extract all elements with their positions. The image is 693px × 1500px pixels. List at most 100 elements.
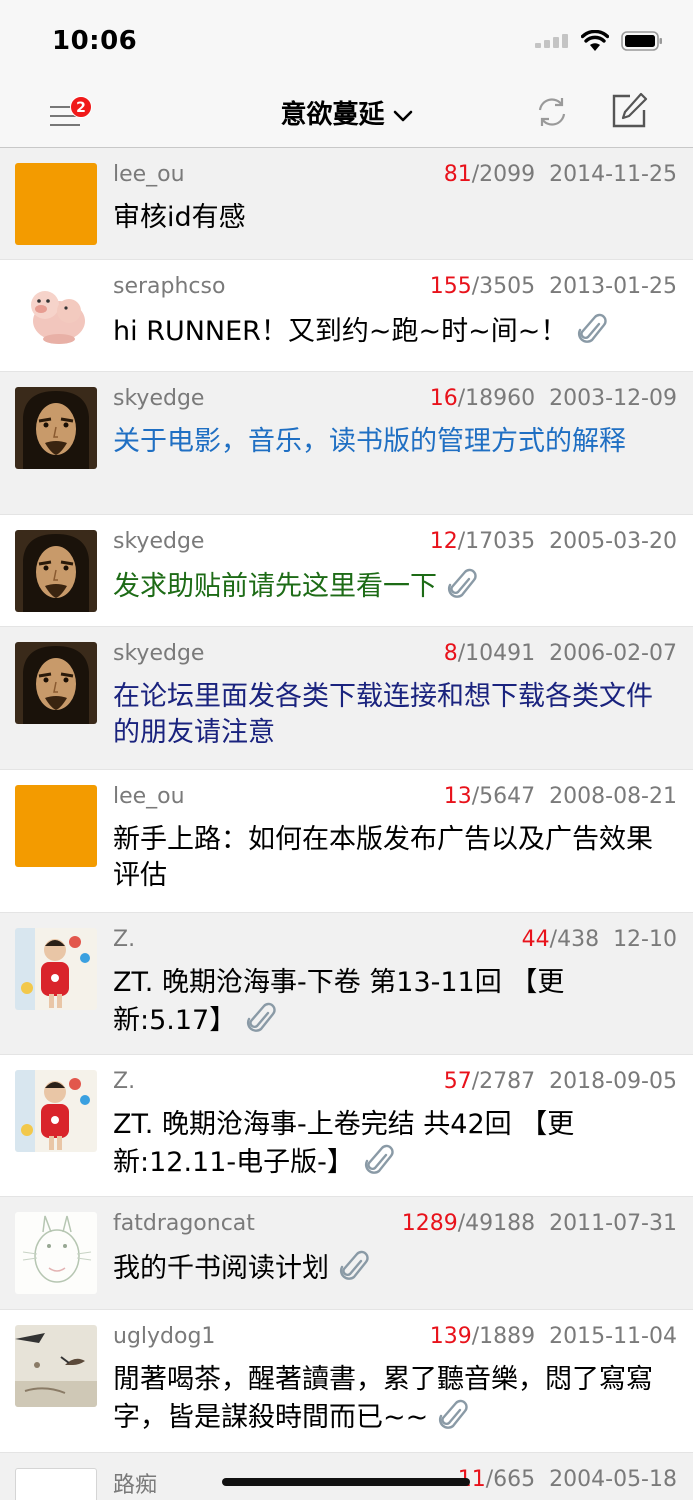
view-count: /2099 [471,162,536,187]
author-name[interactable]: uglydog1 [113,1324,215,1349]
cellular-signal-icon [535,34,568,48]
attachment-icon [364,1144,394,1174]
author-name[interactable]: 路痴 [113,1467,157,1499]
topic-title[interactable]: 关于电影，音乐，读书版的管理方式的解释 [113,424,669,460]
topic-stats: 81/2099 2014-11-25 [444,162,677,187]
topic-row[interactable]: Z. 57/2787 2018-09-05 ZT. 晚期沧海事-上卷完结 共42回 【… [0,1055,693,1197]
chevron-down-icon [393,110,412,121]
nav-bar: 2 意欲蔓延 [0,80,693,148]
reply-count: 155 [429,274,472,299]
topic-stats: 12/17035 2005-03-20 [430,529,677,554]
reply-count: 12 [429,529,458,554]
view-count: /665 [485,1467,536,1492]
topic-row[interactable]: fatdragoncat 1289/49188 2011-07-31 我的千书阅读计划 [0,1197,693,1310]
topic-title-text: hi RUNNER！又到约~跑~时~间~！ [113,316,568,347]
topic-title-text: 发求助贴前请先这里看一下 [113,571,437,602]
attachment-icon [439,1399,468,1429]
compose-button[interactable] [610,92,648,130]
author-name[interactable]: skyedge [113,386,204,411]
topic-title[interactable]: ZT. 晚期沧海事-上卷完结 共42回 【更新:12.11-电子版-】 [113,1107,669,1181]
post-date: 2013-01-25 [549,274,677,299]
post-date: 2005-03-20 [549,529,677,554]
topic-meta: fatdragoncat 1289/49188 2011-07-31 [113,1211,677,1241]
view-count: /18960 [457,386,536,411]
topic-list: lee_ou 81/2099 2014-11-25 审核id有感 seraphcso 15… [0,148,693,1500]
author-name[interactable]: fatdragoncat [113,1211,255,1236]
avatar[interactable] [15,785,97,867]
author-name[interactable]: lee_ou [113,784,185,809]
author-name[interactable]: Z. [113,927,135,952]
topic-meta: skyedge 12/17035 2005-03-20 [113,529,677,559]
attachment-icon [339,1250,369,1280]
topic-title-text: 閒著喝茶，醒著讀書，累了聽音樂，悶了寫寫字，皆是謀殺時間而已~~ [113,1364,653,1433]
topic-title[interactable]: 閒著喝茶，醒著讀書，累了聽音樂，悶了寫寫字，皆是謀殺時間而已~~ [113,1362,669,1436]
topic-meta: skyedge 8/10491 2006-02-07 [113,641,677,671]
topic-row[interactable]: seraphcso 155/3505 2013-01-25 hi RUNNER！又到约… [0,260,693,372]
topic-meta: lee_ou 13/5647 2008-08-21 [113,784,677,814]
post-date: 2008-08-21 [549,784,677,809]
post-date: 12-10 [613,927,677,952]
author-name[interactable]: Z. [113,1069,135,1094]
topic-title-text: 新手上路：如何在本版发布广告以及广告效果评估 [113,824,653,891]
author-name[interactable]: seraphcso [113,274,225,299]
reply-count: 139 [429,1324,472,1349]
topic-stats: 1289/49188 2011-07-31 [402,1211,677,1236]
compose-icon [612,92,648,128]
avatar[interactable] [15,928,97,1010]
topic-title[interactable]: 我的千书阅读计划 [113,1249,669,1287]
topic-title[interactable]: ZT. 晚期沧海事-下卷 第13-11回 【更新:5.17】 [113,965,669,1039]
topic-row[interactable]: Z. 44/438 12-10 ZT. 晚期沧海事-下卷 第13-11回 【更新:5.… [0,913,693,1055]
avatar[interactable] [15,1212,97,1294]
author-name[interactable]: skyedge [113,641,204,666]
avatar[interactable] [15,530,97,612]
home-indicator [222,1478,470,1486]
avatar[interactable] [15,387,97,469]
topic-row[interactable]: skyedge 12/17035 2005-03-20 发求助贴前请先这里看一下 [0,515,693,627]
topic-row[interactable]: skyedge 8/10491 2006-02-07 在论坛里面发各类下载连接和想下载… [0,627,693,770]
topic-row[interactable]: lee_ou 13/5647 2008-08-21 新手上路：如何在本版发布广告以及广… [0,770,693,913]
avatar[interactable] [15,1468,97,1500]
topic-title-text: 审核id有感 [113,202,246,233]
view-count: /10491 [457,641,536,666]
reply-count: 8 [443,641,458,666]
author-name[interactable]: skyedge [113,529,204,554]
author-name[interactable]: lee_ou [113,162,185,187]
topic-meta: uglydog1 139/1889 2015-11-04 [113,1324,677,1354]
board-selector[interactable]: 意欲蔓延 [0,94,693,131]
reply-count: 1289 [401,1211,458,1236]
topic-row[interactable]: lee_ou 81/2099 2014-11-25 审核id有感 [0,148,693,260]
topic-meta: seraphcso 155/3505 2013-01-25 [113,274,677,304]
attachment-icon [447,568,477,598]
post-date: 2014-11-25 [549,162,677,187]
status-time: 10:06 [52,26,138,56]
topic-title-text: 在论坛里面发各类下载连接和想下载各类文件的朋友请注意 [113,681,653,748]
post-date: 2011-07-31 [549,1211,677,1236]
topic-stats: 11/665 2004-05-18 [458,1467,677,1492]
topic-title[interactable]: 新手上路：如何在本版发布广告以及广告效果评估 [113,822,669,894]
topic-row[interactable]: 路痴 11/665 2004-05-18 [0,1453,693,1500]
view-count: /1889 [471,1324,536,1349]
avatar[interactable] [15,642,97,724]
topic-title-text: ZT. 晚期沧海事-上卷完结 共42回 【更新:12.11-电子版-】 [113,1109,575,1178]
topic-title[interactable]: hi RUNNER！又到约~跑~时~间~！ [113,312,669,350]
topic-title[interactable]: 发求助贴前请先这里看一下 [113,567,669,605]
avatar[interactable] [15,1325,97,1407]
view-count: /438 [549,927,600,952]
reply-count: 44 [521,927,550,952]
topic-title[interactable]: 审核id有感 [113,200,669,236]
status-bar: 10:06 [0,0,693,80]
topic-row[interactable]: skyedge 16/18960 2003-12-09 关于电影，音乐，读书版的管理方… [0,372,693,515]
avatar[interactable] [15,163,97,245]
topic-row[interactable]: uglydog1 139/1889 2015-11-04 閒著喝茶，醒著讀書，累了聽音… [0,1310,693,1453]
avatar[interactable] [15,1070,97,1152]
post-date: 2015-11-04 [549,1324,677,1349]
topic-stats: 16/18960 2003-12-09 [430,386,677,411]
topic-stats: 13/5647 2008-08-21 [444,784,677,809]
refresh-button[interactable] [534,94,570,130]
topic-title[interactable]: 在论坛里面发各类下载连接和想下载各类文件的朋友请注意 [113,679,669,751]
avatar[interactable] [15,275,97,357]
topic-meta: skyedge 16/18960 2003-12-09 [113,386,677,416]
topic-title-text: 我的千书阅读计划 [113,1253,329,1284]
topic-stats: 44/438 12-10 [522,927,677,952]
post-date: 2006-02-07 [549,641,677,666]
